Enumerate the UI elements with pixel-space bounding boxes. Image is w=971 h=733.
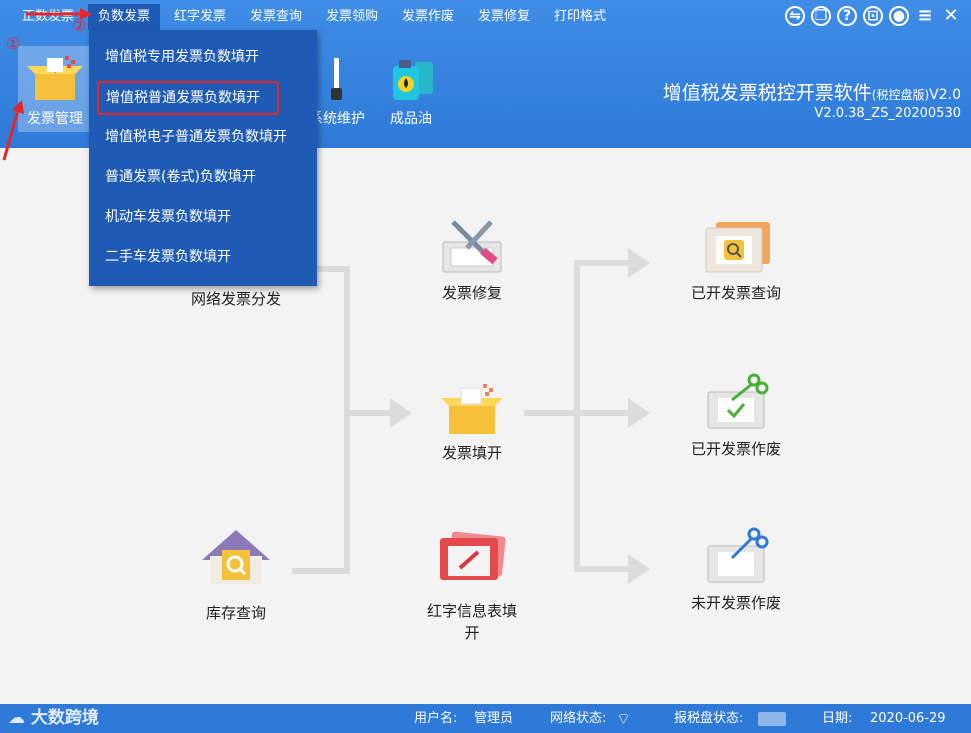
app-title: 增值税发票税控开票软件(税控盘版)V2.0 xyxy=(663,78,961,105)
disk-label: 报税盘状态: xyxy=(674,711,744,726)
menu-invoice-query[interactable]: 发票查询 xyxy=(240,4,312,30)
brand-text: 大数跨境 xyxy=(30,708,99,728)
arrow-icon xyxy=(628,554,650,584)
menu-red-invoice[interactable]: 红字发票 xyxy=(164,4,236,30)
copy-icon[interactable]: ❐ xyxy=(811,6,831,26)
repair-tools-icon xyxy=(442,220,502,273)
menu-invoice-void[interactable]: 发票作废 xyxy=(392,4,464,30)
node-label: 发票填开 xyxy=(441,444,502,462)
invoice-box-icon xyxy=(441,384,503,434)
node-label: 红字信息表填开 xyxy=(426,602,517,642)
annotation-arrows xyxy=(2,8,92,161)
user-label: 用户名: xyxy=(414,711,458,726)
node-network-distribute[interactable]: 网络发票分发 xyxy=(176,288,296,309)
app-title-suffix: (税控盘版) xyxy=(871,88,930,102)
wifi-icon: ⌔ xyxy=(616,709,632,728)
red-form-icon xyxy=(440,531,506,580)
dropdown-item-electronic-vat[interactable]: 增值税电子普通发票负数填开 xyxy=(97,120,311,154)
node-unissued-void[interactable]: 未开发票作废 xyxy=(676,524,796,613)
close-icon[interactable]: ✕ xyxy=(941,6,961,26)
connector xyxy=(574,260,634,266)
disk-status-icon xyxy=(758,704,786,733)
lock-icon[interactable]: ⊡ xyxy=(863,6,883,26)
oil-can-icon xyxy=(393,60,433,100)
app-title-ver: V2.0 xyxy=(929,87,961,103)
connector xyxy=(292,568,350,574)
toolbar-refined-oil[interactable]: 成品油 xyxy=(374,46,448,132)
connector xyxy=(344,266,350,574)
menu-invoice-purchase[interactable]: 发票领购 xyxy=(316,4,388,30)
arrow-icon xyxy=(628,398,650,428)
node-label: 网络发票分发 xyxy=(190,290,281,308)
connector xyxy=(524,410,580,416)
dropdown-item-motor-vehicle[interactable]: 机动车发票负数填开 xyxy=(97,200,311,234)
app-title-text: 增值税发票税控开票软件 xyxy=(662,82,872,104)
dropdown-item-used-car[interactable]: 二手车发票负数填开 xyxy=(97,240,311,274)
connector xyxy=(574,260,580,572)
toolbar-label: 成品油 xyxy=(390,111,432,127)
node-inventory-query[interactable]: 库存查询 xyxy=(176,528,296,623)
swap-icon[interactable]: ⇋ xyxy=(785,6,805,26)
node-invoice-fill[interactable]: 发票填开 xyxy=(412,378,532,463)
dropdown-item-roll-invoice[interactable]: 普通发票(卷式)负数填开 xyxy=(97,160,311,194)
arrow-icon xyxy=(628,248,650,278)
date-value: 2020-06-29 xyxy=(870,711,946,726)
house-search-icon xyxy=(202,530,270,584)
help-icon[interactable]: ? xyxy=(837,6,857,26)
connector xyxy=(574,566,634,572)
brand-watermark: ☁ 大数跨境 xyxy=(8,704,99,733)
scissors-check-icon xyxy=(707,373,769,429)
dropdown-item-special-vat[interactable]: 增值税专用发票负数填开 xyxy=(97,40,311,74)
user-icon[interactable]: ● xyxy=(889,6,909,26)
node-issued-query[interactable]: 已开发票查询 xyxy=(676,218,796,303)
node-invoice-repair[interactable]: 发票修复 xyxy=(412,214,532,303)
user-value: 管理员 xyxy=(474,711,514,726)
window-controls: ⇋ ❐ ? ⊡ ● ≡ ✕ xyxy=(785,6,961,26)
node-label: 发票修复 xyxy=(441,284,502,302)
network-label: 网络状态: xyxy=(550,711,607,726)
node-label: 已开发票作废 xyxy=(690,440,781,458)
menu-icon[interactable]: ≡ xyxy=(915,6,935,26)
negative-invoice-dropdown: 增值税专用发票负数填开 增值税普通发票负数填开 增值税电子普通发票负数填开 普通… xyxy=(89,30,317,286)
app-version: V2.0.38_ZS_20200530 xyxy=(814,106,961,121)
node-issued-void[interactable]: 已开发票作废 xyxy=(676,370,796,459)
scissors-icon xyxy=(707,527,769,583)
wrench-icon xyxy=(331,58,342,100)
connector xyxy=(344,410,396,416)
node-label: 库存查询 xyxy=(205,604,266,622)
arrow-icon xyxy=(390,398,412,428)
invoice-search-icon xyxy=(705,222,770,273)
node-red-info-fill[interactable]: 红字信息表填开 xyxy=(412,528,532,644)
dropdown-item-general-vat[interactable]: 增值税普通发票负数填开 xyxy=(97,81,279,115)
connector xyxy=(574,410,634,416)
node-label: 已开发票查询 xyxy=(690,284,781,302)
node-label: 未开发票作废 xyxy=(690,594,781,612)
menu-print-format[interactable]: 打印格式 xyxy=(544,4,616,30)
menu-invoice-repair[interactable]: 发票修复 xyxy=(468,4,540,30)
brand-logo-icon: ☁ xyxy=(8,708,31,728)
date-label: 日期: xyxy=(822,711,853,726)
status-bar: ☁ 大数跨境 用户名: 管理员 网络状态: ⌔ 报税盘状态: 日期: 2020-… xyxy=(0,704,971,733)
